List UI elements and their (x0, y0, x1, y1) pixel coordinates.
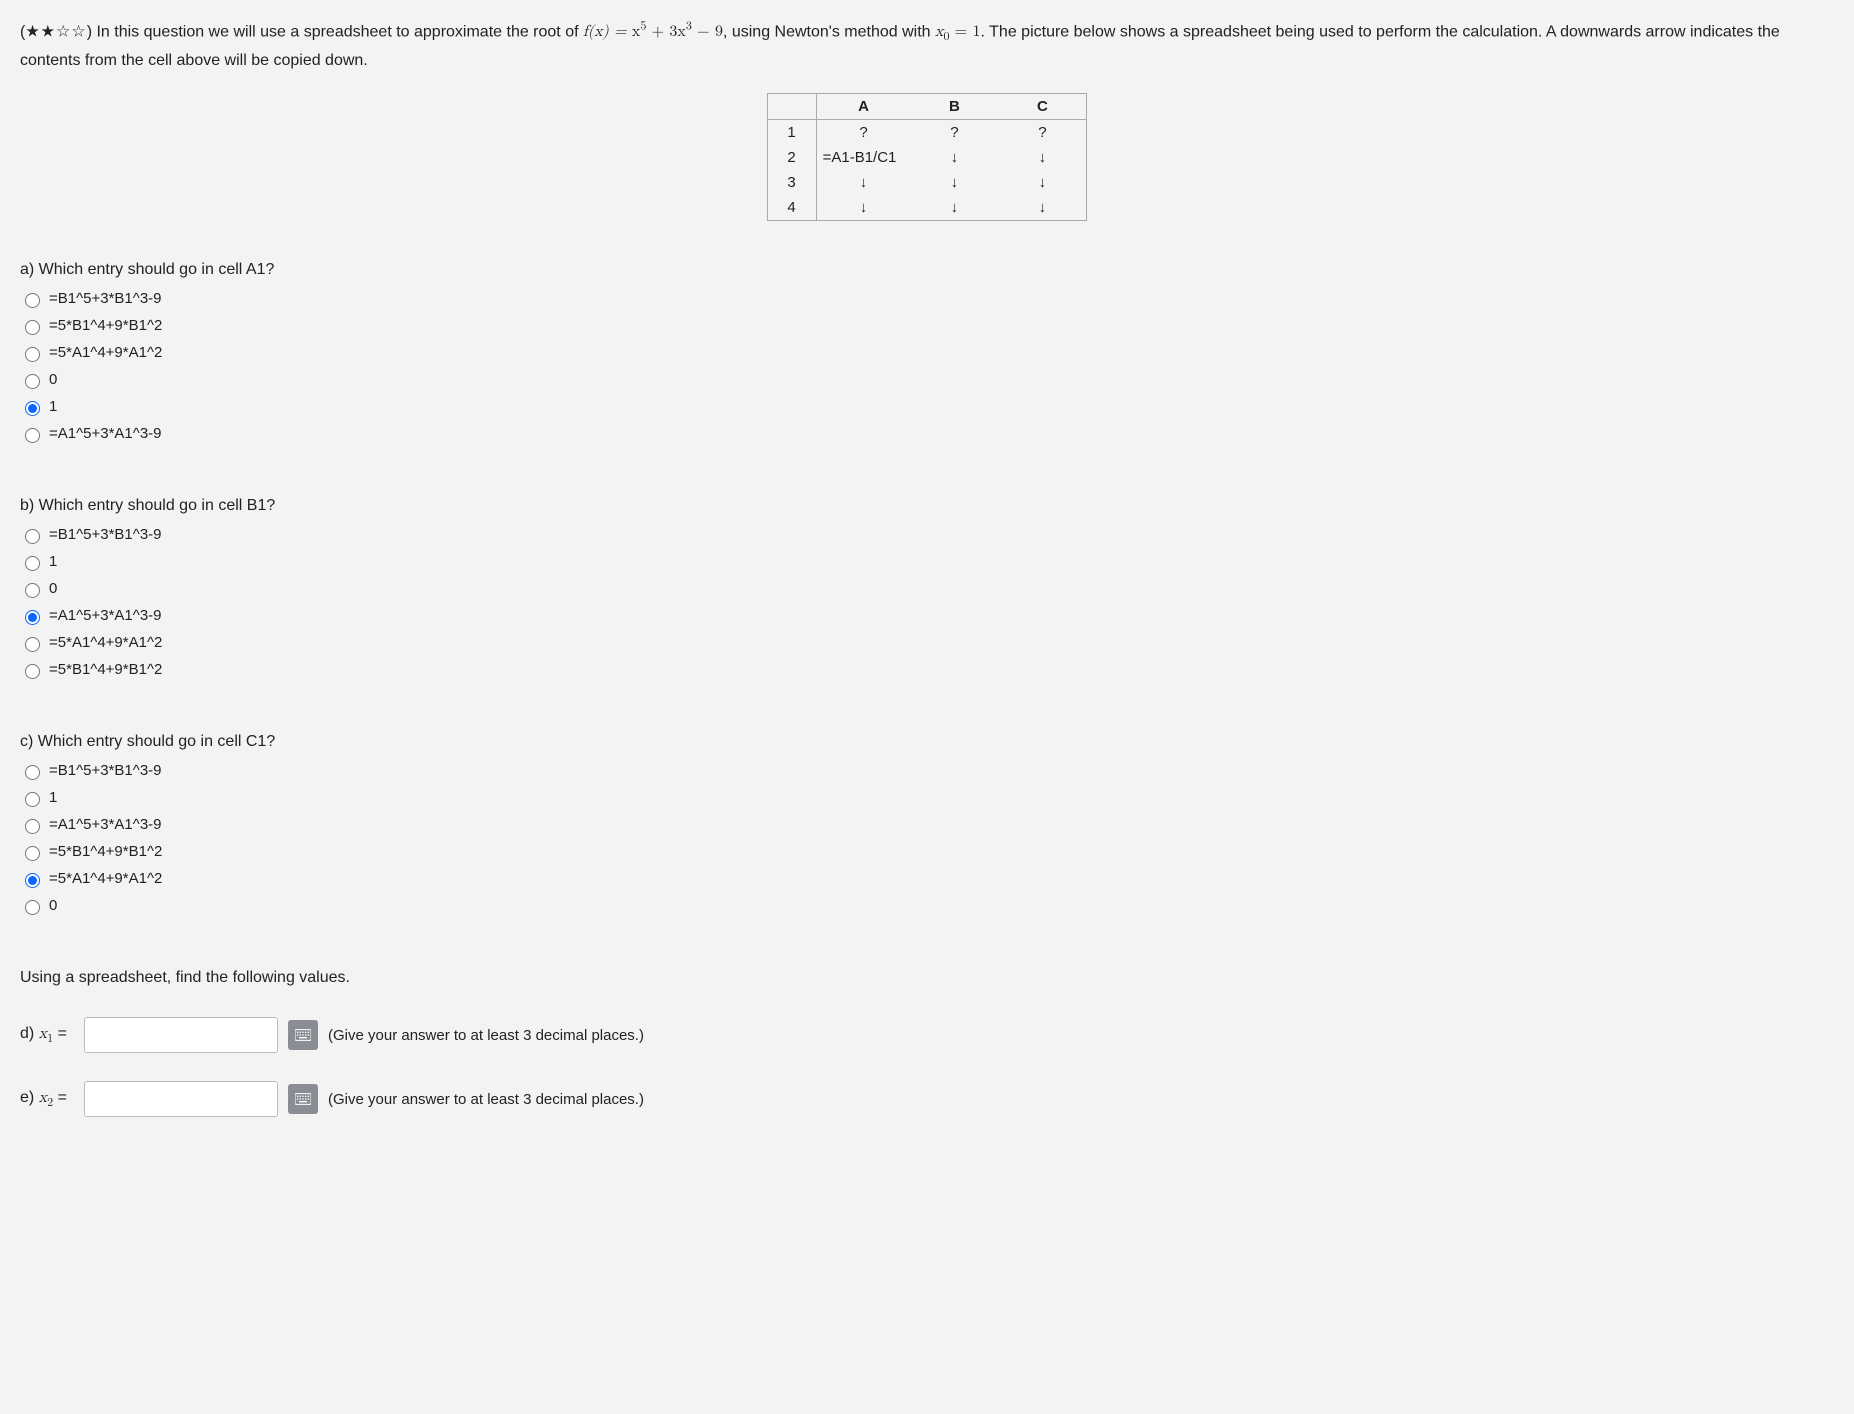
option-row: =5*B1^4+9*B1^2 (20, 838, 1834, 865)
radio-option[interactable] (25, 428, 40, 443)
option-label: =B1^5+3*B1^3-9 (49, 521, 162, 548)
question-e-label: e) x2 = (20, 1089, 74, 1110)
option-label: =5*B1^4+9*B1^2 (49, 656, 162, 683)
option-label: 0 (49, 892, 57, 919)
option-row: =B1^5+3*B1^3-9 (20, 757, 1834, 784)
option-row: =5*A1^4+9*A1^2 (20, 865, 1834, 892)
table-row: 1 ? ? ? (767, 120, 1087, 146)
x2-input[interactable] (84, 1081, 278, 1117)
radio-option[interactable] (25, 664, 40, 679)
option-label: 1 (49, 393, 57, 420)
question-d-label: d) x1 = (20, 1025, 74, 1046)
radio-option[interactable] (25, 556, 40, 571)
radio-option[interactable] (25, 583, 40, 598)
option-row: =A1^5+3*A1^3-9 (20, 602, 1834, 629)
question-intro: (★★☆☆) In this question we will use a sp… (20, 18, 1834, 73)
option-row: 1 (20, 548, 1834, 575)
option-label: =5*B1^4+9*B1^2 (49, 838, 162, 865)
option-row: =5*A1^4+9*A1^2 (20, 339, 1834, 366)
option-label: 0 (49, 366, 57, 393)
col-header-A: A (816, 94, 910, 120)
option-label: =5*A1^4+9*A1^2 (49, 865, 162, 892)
option-row: =B1^5+3*B1^3-9 (20, 285, 1834, 312)
spreadsheet-table: A B C 1 ? ? ? 2 =A1-B1/C1 ↓ ↓ 3 ↓ ↓ ↓ (767, 93, 1088, 221)
radio-option[interactable] (25, 293, 40, 308)
keyboard-icon[interactable] (288, 1084, 318, 1114)
col-header-C: C (998, 94, 1087, 120)
question-a: a) Which entry should go in cell A1? =B1… (20, 261, 1834, 447)
radio-option[interactable] (25, 765, 40, 780)
question-e-hint: (Give your answer to at least 3 decimal … (328, 1091, 644, 1108)
option-label: =B1^5+3*B1^3-9 (49, 285, 162, 312)
followup-instruction: Using a spreadsheet, find the following … (20, 969, 1834, 987)
radio-option[interactable] (25, 846, 40, 861)
option-row: =5*B1^4+9*B1^2 (20, 312, 1834, 339)
option-row: =A1^5+3*A1^3-9 (20, 420, 1834, 447)
option-label: =5*B1^4+9*B1^2 (49, 312, 162, 339)
option-label: =A1^5+3*A1^3-9 (49, 420, 162, 447)
option-label: =5*A1^4+9*A1^2 (49, 629, 162, 656)
option-row: 0 (20, 366, 1834, 393)
question-b-prompt: b) Which entry should go in cell B1? (20, 497, 1834, 515)
table-row: 2 =A1-B1/C1 ↓ ↓ (767, 145, 1087, 170)
question-c: c) Which entry should go in cell C1? =B1… (20, 733, 1834, 919)
radio-option[interactable] (25, 320, 40, 335)
option-row: 1 (20, 393, 1834, 420)
option-label: =5*A1^4+9*A1^2 (49, 339, 162, 366)
option-row: 0 (20, 892, 1834, 919)
radio-option[interactable] (25, 792, 40, 807)
question-d-hint: (Give your answer to at least 3 decimal … (328, 1027, 644, 1044)
option-label: 0 (49, 575, 57, 602)
radio-option[interactable] (25, 374, 40, 389)
question-a-prompt: a) Which entry should go in cell A1? (20, 261, 1834, 279)
radio-option[interactable] (25, 900, 40, 915)
radio-option[interactable] (25, 819, 40, 834)
table-row: 3 ↓ ↓ ↓ (767, 170, 1087, 195)
radio-option[interactable] (25, 401, 40, 416)
radio-option[interactable] (25, 637, 40, 652)
question-d: d) x1 = (Give your answer to at least 3 … (20, 1017, 1834, 1053)
option-label: 1 (49, 548, 57, 575)
option-row: =B1^5+3*B1^3-9 (20, 521, 1834, 548)
radio-option[interactable] (25, 610, 40, 625)
option-row: 1 (20, 784, 1834, 811)
option-row: 0 (20, 575, 1834, 602)
col-header-B: B (910, 94, 998, 120)
table-row: 4 ↓ ↓ ↓ (767, 195, 1087, 221)
option-label: =A1^5+3*A1^3-9 (49, 811, 162, 838)
radio-option[interactable] (25, 529, 40, 544)
option-label: 1 (49, 784, 57, 811)
x1-input[interactable] (84, 1017, 278, 1053)
radio-option[interactable] (25, 347, 40, 362)
radio-option[interactable] (25, 873, 40, 888)
option-label: =A1^5+3*A1^3-9 (49, 602, 162, 629)
option-row: =A1^5+3*A1^3-9 (20, 811, 1834, 838)
keyboard-icon[interactable] (288, 1020, 318, 1050)
option-label: =B1^5+3*B1^3-9 (49, 757, 162, 784)
question-c-prompt: c) Which entry should go in cell C1? (20, 733, 1834, 751)
option-row: =5*B1^4+9*B1^2 (20, 656, 1834, 683)
question-e: e) x2 = (Give your answer to at least 3 … (20, 1081, 1834, 1117)
question-b: b) Which entry should go in cell B1? =B1… (20, 497, 1834, 683)
option-row: =5*A1^4+9*A1^2 (20, 629, 1834, 656)
difficulty-stars: ★★☆☆ (25, 23, 86, 40)
